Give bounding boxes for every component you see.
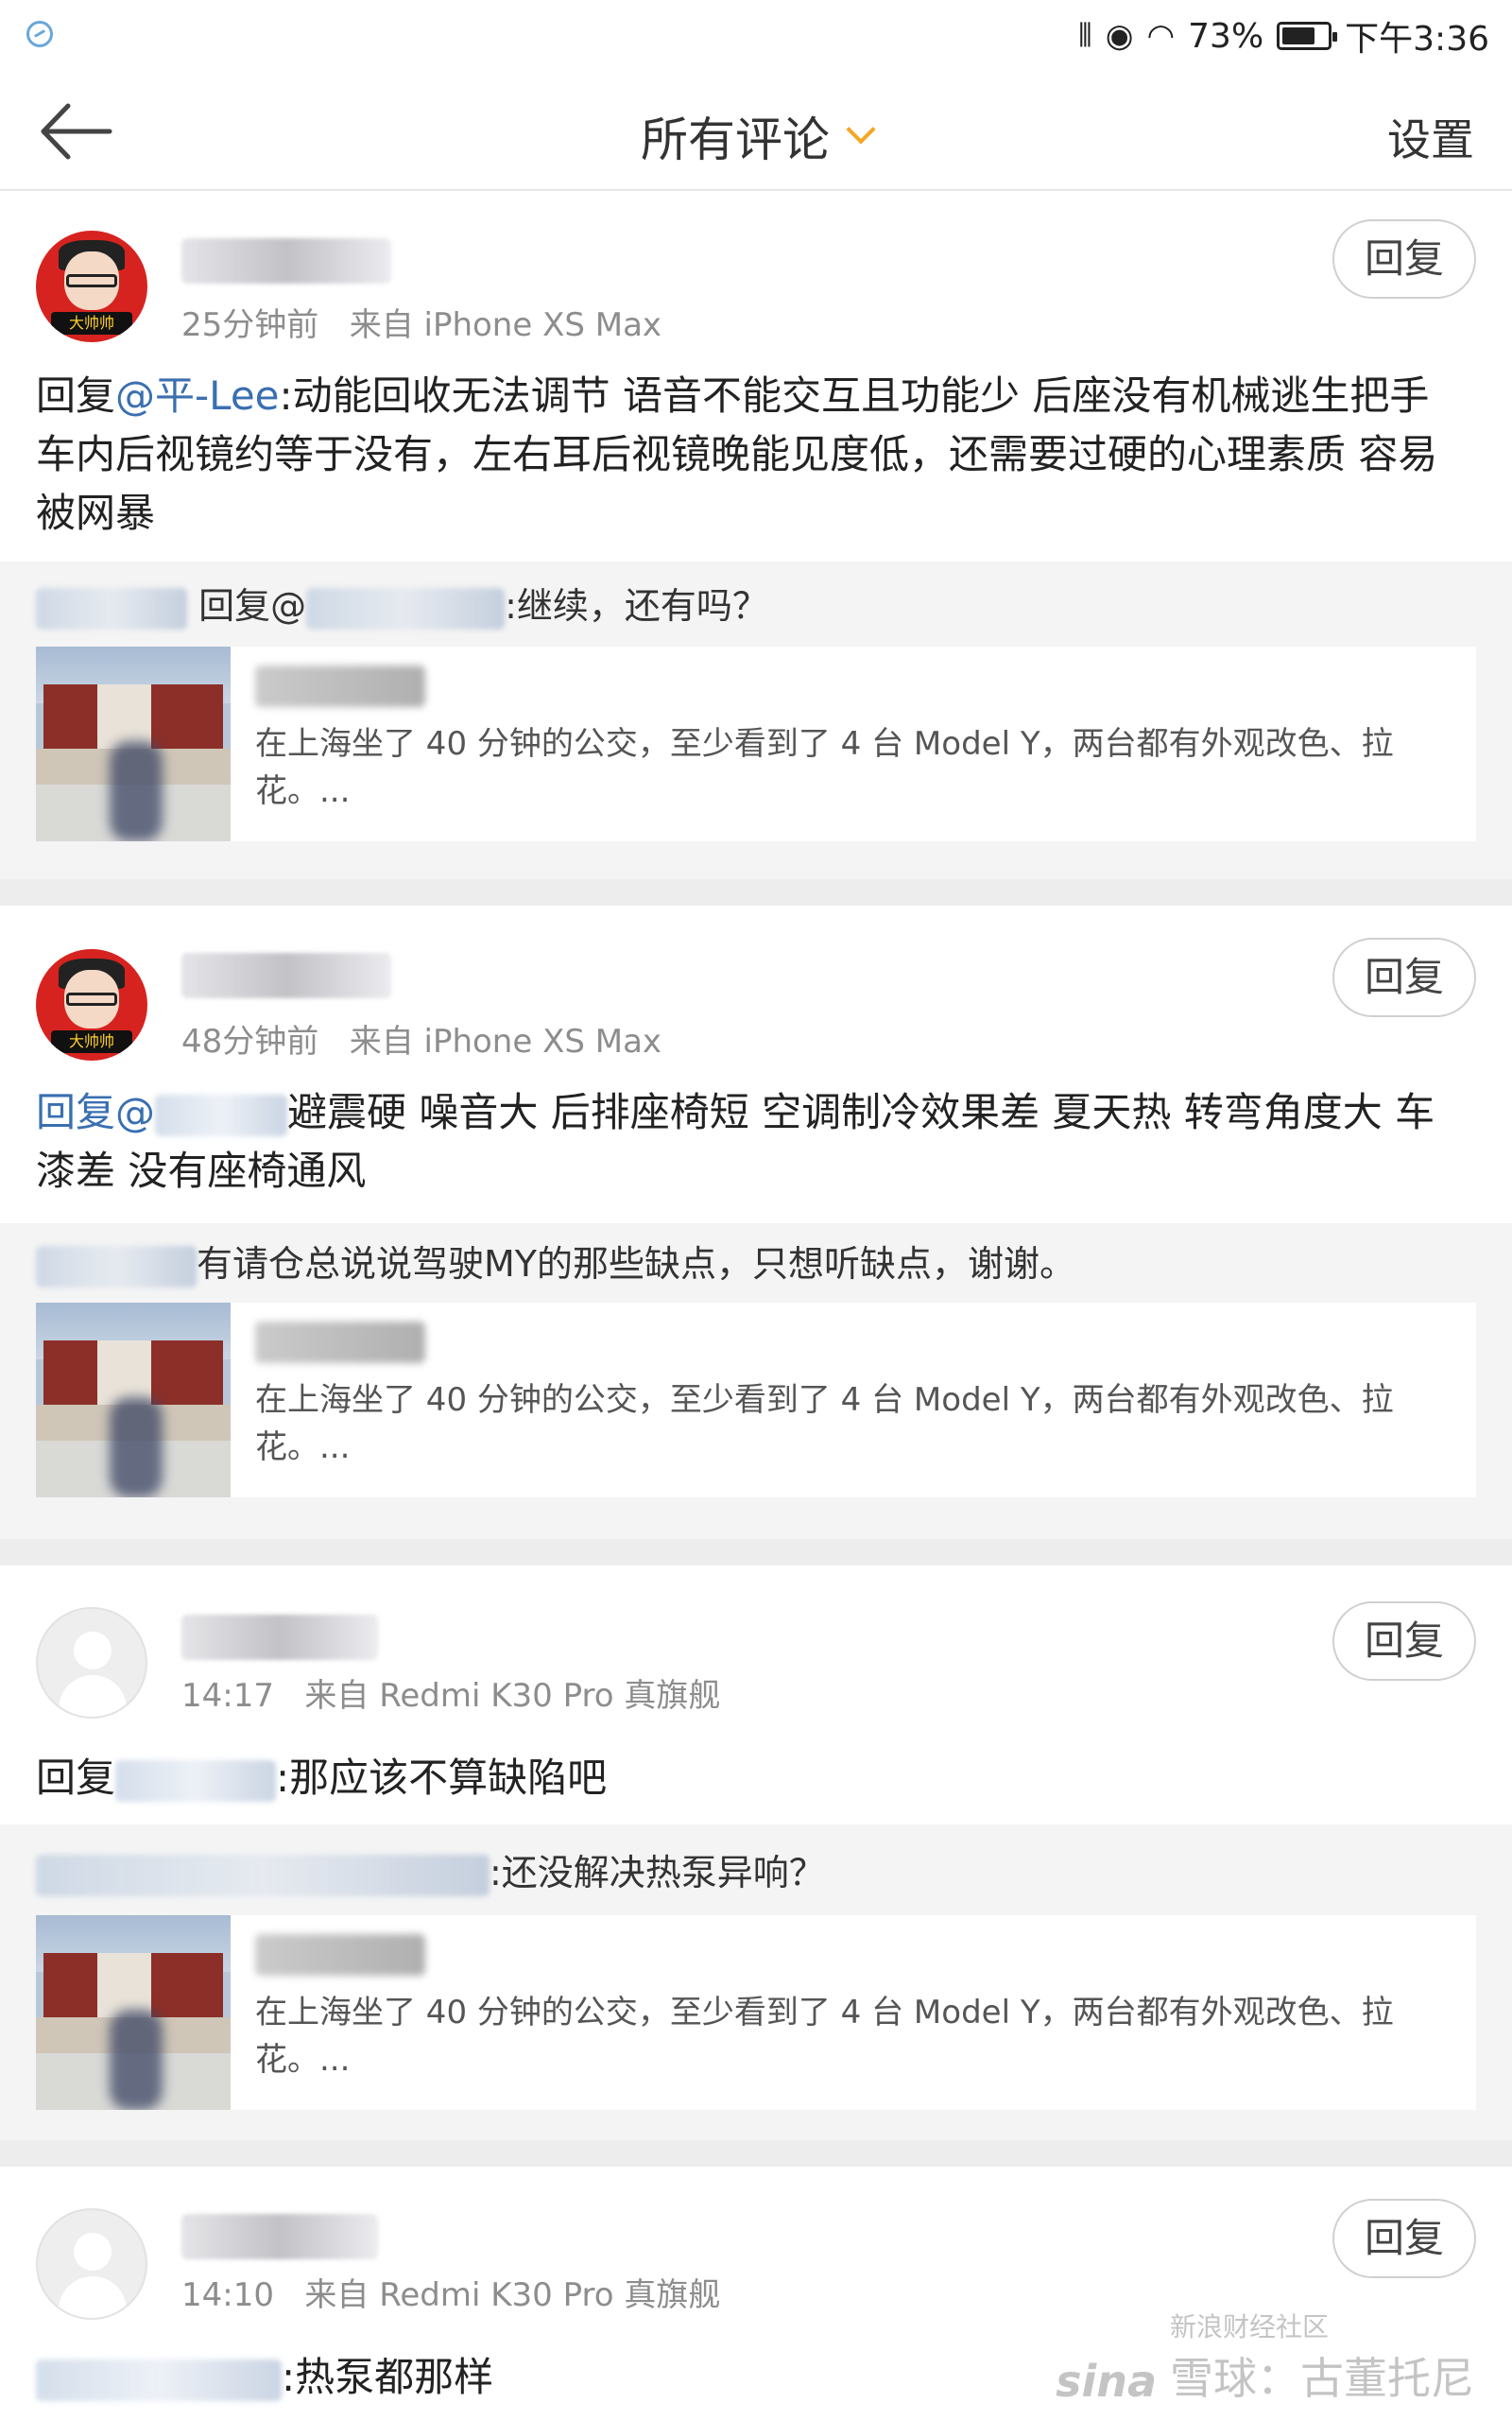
- comment-item: 大帅帅 48分钟前 来自 iPhone XS Max 回复 回复@ 避震硬 噪音大…: [0, 906, 1512, 1539]
- blurred-mention: [36, 2359, 282, 2401]
- comment-time: 48分钟前: [181, 1023, 319, 1061]
- comment-source: 来自 Redmi K30 Pro 真旗舰: [304, 1677, 721, 1715]
- nav-bar: 所有评论 设置: [0, 74, 1512, 191]
- quoted-comment[interactable]: :还没解决热泵异响？ 在上海坐了 40 分钟的公交，至少看到了 4 台 Mode…: [0, 1824, 1512, 2140]
- post-thumbnail: [36, 1915, 231, 2110]
- reply-button[interactable]: 回复: [1332, 2199, 1476, 2278]
- comment-time: 14:17: [181, 1677, 274, 1715]
- status-bar: ⦀ ◉ ◠ 73% 下午3:36: [0, 0, 1512, 74]
- linked-post-card[interactable]: 在上海坐了 40 分钟的公交，至少看到了 4 台 Model Y，两台都有外观改…: [36, 1915, 1476, 2110]
- settings-button[interactable]: 设置: [1387, 106, 1474, 168]
- post-author-blurred: [255, 1322, 425, 1363]
- username-blurred[interactable]: [181, 1615, 378, 1660]
- linked-post-card[interactable]: 在上海坐了 40 分钟的公交，至少看到了 4 台 Model Y，两台都有外观改…: [36, 1303, 1476, 1497]
- comment-item: 大帅帅 25分钟前 来自 iPhone XS Max 回复 回复@平-Lee:动…: [0, 193, 1512, 879]
- battery-icon: [1277, 22, 1338, 50]
- blurred-mention: [306, 587, 506, 630]
- status-icons: ⦀ ◉ ◠ 73% 下午3:36: [1078, 9, 1489, 62]
- post-excerpt: 在上海坐了 40 分钟的公交，至少看到了 4 台 Model Y，两台都有外观改…: [255, 725, 1394, 810]
- watermark-sub: 新浪财经社区: [1170, 2311, 1330, 2342]
- comment-time: 14:10: [181, 2276, 274, 2314]
- comment-filter-dropdown[interactable]: 所有评论: [0, 102, 1512, 170]
- quoted-reply-prefix: 回复@: [198, 585, 307, 627]
- notification-icon: [26, 21, 53, 47]
- avatar-badge: 大帅帅: [51, 1030, 132, 1053]
- post-thumbnail: [36, 647, 231, 841]
- reply-prefix: 回复: [36, 1754, 116, 1801]
- linked-post-card[interactable]: 在上海坐了 40 分钟的公交，至少看到了 4 台 Model Y，两台都有外观改…: [36, 647, 1476, 841]
- blurred-username: [36, 1854, 490, 1896]
- blurred-mention: [155, 1094, 288, 1136]
- avatar-badge: 大帅帅: [51, 312, 132, 335]
- comment-body: 回复 :那应该不算缺陷吧: [36, 1749, 1472, 1807]
- username-blurred[interactable]: [181, 238, 391, 284]
- comment-source: 来自 iPhone XS Max: [349, 306, 662, 344]
- vibrate-icon: ⦀: [1077, 17, 1092, 55]
- comment-body: 回复@平-Lee:动能回收无法调节 语音不能交互且功能少 后座没有机械逃生把手 …: [36, 367, 1472, 543]
- comment-text: :那应该不算缺陷吧: [276, 1754, 608, 1801]
- battery-percent: 73%: [1188, 16, 1264, 56]
- divider: [0, 879, 1512, 906]
- reply-button[interactable]: 回复: [1332, 219, 1476, 299]
- post-thumbnail: [36, 1303, 231, 1497]
- watermark: sina 新浪财经社区 雪球：古董托尼: [1056, 2307, 1474, 2407]
- reply-prefix: 回复: [36, 372, 116, 419]
- avatar-default[interactable]: [36, 1607, 147, 1719]
- mention-link[interactable]: @平-Lee: [115, 372, 280, 419]
- comment-item: 14:17 来自 Redmi K30 Pro 真旗舰 回复 回复 :那应该不算缺陷…: [0, 1565, 1512, 2140]
- quoted-line: :还没解决热泵异响？: [36, 1843, 825, 1896]
- avatar-default[interactable]: [36, 2208, 147, 2320]
- blurred-username: [36, 1245, 197, 1288]
- reply-button[interactable]: 回复: [1332, 938, 1476, 1017]
- eye-icon: ◉: [1105, 17, 1134, 55]
- quoted-comment[interactable]: 有请仓总说说驾驶MY的那些缺点，只想听缺点，谢谢。 在上海坐了 40 分钟的公交…: [0, 1223, 1512, 1539]
- comment-source: 来自 iPhone XS Max: [349, 1023, 662, 1061]
- post-author-blurred: [255, 666, 425, 707]
- reply-button[interactable]: 回复: [1332, 1601, 1476, 1681]
- page-title: 所有评论: [641, 112, 830, 167]
- comment-meta: 14:10 来自 Redmi K30 Pro 真旗舰: [181, 2269, 720, 2315]
- comment-meta: 14:17 来自 Redmi K30 Pro 真旗舰: [181, 1669, 720, 1716]
- post-excerpt: 在上海坐了 40 分钟的公交，至少看到了 4 台 Model Y，两台都有外观改…: [255, 1381, 1394, 1466]
- wifi-icon: ◠: [1146, 17, 1176, 55]
- quoted-text: 有请仓总说说驾驶MY的那些缺点，只想听缺点，谢谢。: [197, 1243, 1076, 1285]
- quoted-line: 回复@ :继续，还有吗？: [36, 577, 768, 630]
- quoted-comment[interactable]: 回复@ :继续，还有吗？ 在上海坐了 40 分钟的公交，至少看到了 4 台 Mod…: [0, 562, 1512, 879]
- post-excerpt: 在上海坐了 40 分钟的公交，至少看到了 4 台 Model Y，两台都有外观改…: [255, 1994, 1394, 2079]
- watermark-main: 雪球：古董托尼: [1170, 2353, 1474, 2404]
- comment-time: 25分钟前: [181, 306, 319, 344]
- blurred-username: [36, 587, 187, 630]
- comment-body: 回复@ 避震硬 噪音大 后排座椅短 空调制冷效果差 夏天热 转弯角度大 车漆差 没…: [36, 1083, 1472, 1201]
- quoted-line: 有请仓总说说驾驶MY的那些缺点，只想听缺点，谢谢。: [36, 1235, 1075, 1288]
- clock: 下午3:36: [1345, 20, 1489, 59]
- comment-meta: 25分钟前 来自 iPhone XS Max: [181, 299, 662, 345]
- comment-meta: 48分钟前 来自 iPhone XS Max: [181, 1015, 662, 1062]
- quoted-text: :还没解决热泵异响？: [490, 1852, 825, 1893]
- divider: [0, 2140, 1512, 2167]
- quoted-text: :继续，还有吗？: [505, 585, 768, 627]
- reply-prefix: 回复@: [36, 1089, 156, 1135]
- username-blurred[interactable]: [181, 2214, 378, 2259]
- blurred-mention: [115, 1759, 277, 1802]
- post-author-blurred: [255, 1934, 425, 1976]
- comment-source: 来自 Redmi K30 Pro 真旗舰: [304, 2276, 721, 2314]
- avatar[interactable]: 大帅帅: [36, 231, 147, 342]
- avatar[interactable]: 大帅帅: [36, 949, 147, 1061]
- divider: [0, 1539, 1512, 1565]
- comment-text: :热泵都那样: [282, 2354, 494, 2400]
- chevron-down-icon: [846, 114, 876, 145]
- sina-logo: sina: [1056, 2356, 1157, 2407]
- username-blurred[interactable]: [181, 953, 391, 998]
